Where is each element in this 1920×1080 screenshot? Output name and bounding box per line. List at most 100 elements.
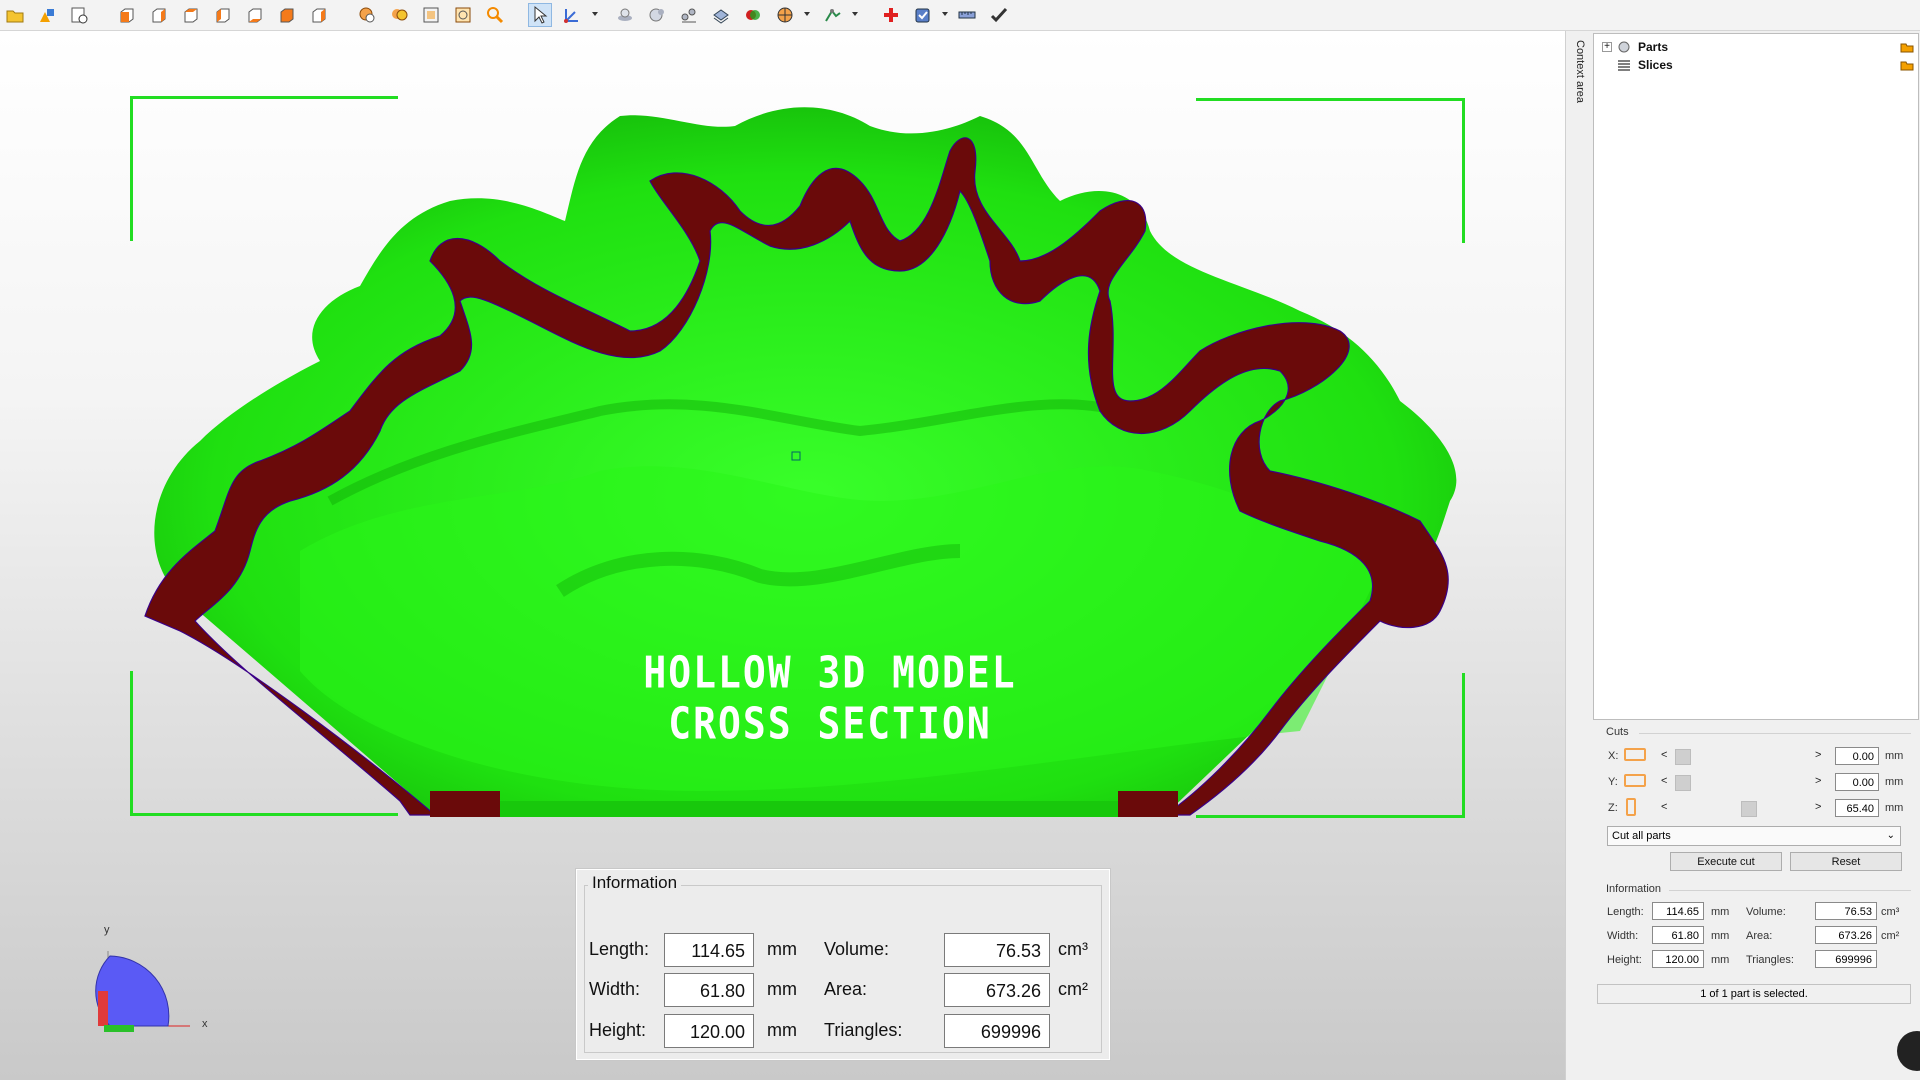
right-panel: + Parts Slices Cuts X: < > 0.00 mm Y: < … — [1591, 31, 1920, 1080]
panel-width-value: 61.80 — [1652, 926, 1704, 944]
panel-volume-label: Volume: — [1746, 906, 1786, 918]
expand-toggle[interactable]: + — [1602, 42, 1612, 52]
scatter-icon[interactable] — [678, 4, 700, 26]
view-top-icon[interactable] — [244, 4, 266, 26]
view-front-icon[interactable] — [116, 4, 138, 26]
cut-y-right-button[interactable]: > — [1815, 775, 1821, 787]
cut-x-unit: mm — [1885, 750, 1904, 762]
part-info-icon[interactable] — [68, 4, 90, 26]
cut-z-label: Z: — [1608, 802, 1618, 814]
area-label: Area: — [824, 979, 868, 999]
panel-splitter[interactable] — [1565, 31, 1592, 1080]
shield-icon[interactable] — [912, 4, 934, 26]
area-unit: cm² — [1058, 979, 1088, 999]
length-unit: mm — [767, 939, 797, 959]
add-cross-icon[interactable] — [880, 4, 902, 26]
panel-width-label: Width: — [1607, 930, 1639, 942]
cut-x-left-button[interactable]: < — [1661, 749, 1667, 761]
cut-mode-value: Cut all parts — [1612, 830, 1671, 842]
base-cut-left — [430, 791, 500, 817]
cut-x-plane-icon[interactable] — [1624, 748, 1646, 761]
cuts-title: Cuts — [1606, 726, 1629, 738]
zoom-magnifier-icon[interactable] — [484, 4, 506, 26]
width-label: Width: — [589, 979, 641, 999]
tree-item-slices[interactable]: Slices — [1602, 56, 1673, 74]
zoom-window-icon[interactable] — [452, 4, 474, 26]
cut-y-slider-thumb[interactable] — [1675, 775, 1691, 791]
width-value: 61.80 — [664, 973, 754, 1007]
view-bottom-icon[interactable] — [276, 4, 298, 26]
cut-y-unit: mm — [1885, 776, 1904, 788]
collapse-panel-icon[interactable] — [1897, 1031, 1920, 1071]
tree-item-parts[interactable]: + Parts — [1602, 38, 1668, 56]
cut-z-right-button[interactable]: > — [1815, 801, 1821, 813]
view-iso-icon[interactable] — [308, 4, 330, 26]
panel-length-unit: mm — [1711, 906, 1730, 918]
length-label: Length: — [589, 939, 650, 959]
view-back-icon[interactable] — [148, 4, 170, 26]
panel-info-title: Information — [1606, 883, 1662, 895]
sphere-icon[interactable] — [614, 4, 636, 26]
cut-y-input[interactable]: 0.00 — [1835, 773, 1879, 791]
zoom-all-icon[interactable] — [388, 4, 410, 26]
boolean-icon[interactable] — [742, 4, 764, 26]
zoom-frame-icon[interactable] — [420, 4, 442, 26]
cut-y-left-button[interactable]: < — [1661, 775, 1667, 787]
measure-tool-icon[interactable] — [822, 4, 844, 26]
triangles-label: Triangles: — [824, 1020, 903, 1040]
ruler-icon[interactable] — [956, 4, 978, 26]
parts-tree[interactable]: + Parts Slices — [1593, 33, 1919, 720]
open-folder-icon[interactable] — [4, 4, 26, 26]
cut-x-slider[interactable] — [1675, 748, 1805, 765]
cut-x-input[interactable]: 0.00 — [1835, 747, 1879, 765]
cut-y-slider[interactable] — [1675, 774, 1805, 791]
move-dropdown-caret[interactable] — [592, 12, 598, 16]
view-right-icon[interactable] — [212, 4, 234, 26]
parts-icon — [1618, 41, 1630, 53]
panel-area-value: 673.26 — [1815, 926, 1877, 944]
measure-dropdown-caret[interactable] — [852, 12, 858, 16]
cut-y-plane-icon[interactable] — [1624, 774, 1646, 787]
cut-x-right-button[interactable]: > — [1815, 749, 1821, 761]
shield-dropdown-caret[interactable] — [942, 12, 948, 16]
cut-mode-select[interactable]: Cut all parts ⌄ — [1607, 826, 1901, 846]
cut-y-label: Y: — [1608, 776, 1618, 788]
cut-z-slider-thumb[interactable] — [1741, 801, 1757, 817]
3d-viewport[interactable]: HOLLOW 3D MODEL CROSS SECTION y x Inform… — [0, 31, 1565, 1080]
info-overlay-title: Information — [588, 873, 682, 893]
cut-z-plane-icon[interactable] — [1626, 798, 1636, 816]
section-dropdown-caret[interactable] — [804, 12, 810, 16]
main-toolbar — [0, 0, 1920, 31]
triangles-value: 699996 — [944, 1014, 1050, 1048]
length-value: 114.65 — [664, 933, 754, 967]
move-axis-icon[interactable] — [560, 4, 582, 26]
cut-z-slider[interactable] — [1675, 800, 1805, 817]
context-area-tab[interactable]: Context area — [1574, 40, 1586, 103]
view-left-icon[interactable] — [180, 4, 202, 26]
volume-unit: cm³ — [1058, 939, 1088, 959]
check-icon[interactable] — [988, 4, 1010, 26]
sphere-alt-icon[interactable] — [646, 4, 668, 26]
panel-area-label: Area: — [1746, 930, 1773, 942]
cut-z-left-button[interactable]: < — [1661, 801, 1667, 813]
panel-triangles-label: Triangles: — [1746, 954, 1794, 966]
reset-button[interactable]: Reset — [1790, 852, 1902, 871]
execute-cut-button[interactable]: Execute cut — [1670, 852, 1782, 871]
axis-gizmo: y x — [90, 916, 220, 1036]
axis-x-label: x — [202, 1018, 208, 1030]
zoom-parts-icon[interactable] — [356, 4, 378, 26]
cut-z-input[interactable]: 65.40 — [1835, 799, 1879, 817]
section-icon[interactable] — [774, 4, 796, 26]
base-rim — [500, 801, 1118, 817]
axis-y-label: y — [104, 924, 110, 936]
layers-icon[interactable] — [710, 4, 732, 26]
cut-x-slider-thumb[interactable] — [1675, 749, 1691, 765]
info-overlay: Information Length: 114.65 mm Width: 61.… — [575, 868, 1111, 1061]
panel-height-unit: mm — [1711, 954, 1730, 966]
overlay-title: HOLLOW 3D MODEL CROSS SECTION — [643, 647, 1017, 749]
select-arrow-icon[interactable] — [528, 3, 552, 27]
parts-visibility-icon[interactable] — [1900, 40, 1914, 53]
cut-x-label: X: — [1608, 750, 1619, 762]
add-shapes-icon[interactable] — [36, 4, 58, 26]
slices-visibility-icon[interactable] — [1900, 58, 1914, 71]
